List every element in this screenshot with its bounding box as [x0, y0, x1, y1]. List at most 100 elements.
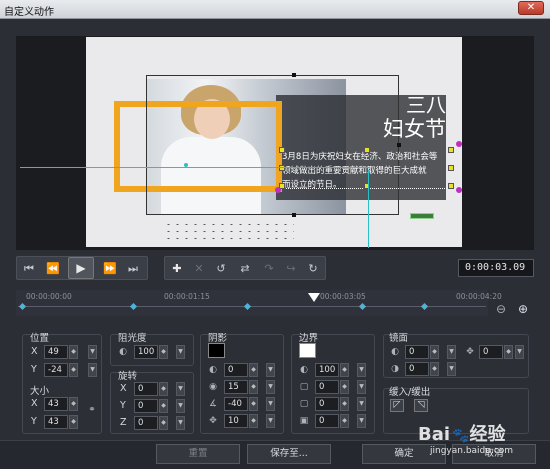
zoom-out-icon[interactable]: ⊖ [496, 302, 510, 316]
shadow-value2-stepper[interactable]: ◆ [249, 380, 258, 394]
reset-button[interactable]: 重置 [156, 444, 240, 464]
opacity-stepper[interactable]: ◆ [159, 345, 168, 359]
next-frame-icon[interactable]: ⏩ [103, 262, 117, 275]
go-to-end-icon[interactable]: ⏭ [126, 262, 140, 276]
shadow-value1-input[interactable]: 0 [224, 363, 248, 377]
size-y-input[interactable]: 43 [44, 415, 68, 429]
mirror-value1-dropdown[interactable]: ▼ [447, 345, 456, 359]
mirror-value2-stepper[interactable]: ◆ [430, 362, 439, 376]
shadow-value2-input[interactable]: 15 [224, 380, 248, 394]
paste-keyframe-icon[interactable]: ↪ [284, 262, 298, 275]
size-x-input[interactable]: 43 [44, 397, 68, 411]
ease-in-icon[interactable]: ◸ [390, 399, 404, 412]
border-value2-input[interactable]: 0 [315, 380, 339, 394]
keyframe-timeline[interactable]: 00:00:00:00 00:00:01:15 00:00:03:05 00:0… [16, 290, 502, 316]
mirror-value3-dropdown[interactable]: ▼ [515, 345, 524, 359]
text-handle-top-left[interactable] [279, 147, 285, 153]
shadow-value1-stepper[interactable]: ◆ [249, 363, 258, 377]
opacity-dropdown[interactable]: ▼ [176, 345, 185, 359]
size-x-stepper[interactable]: ◆ [69, 397, 78, 411]
bounds-handle-top[interactable] [292, 73, 296, 77]
mirror-value2-input[interactable]: 0 [405, 362, 429, 376]
position-y-stepper[interactable]: ◆ [69, 363, 78, 377]
play-button[interactable]: ▶ [68, 257, 94, 279]
border-value3-input[interactable]: 0 [315, 397, 339, 411]
border-value4-input[interactable]: 0 [315, 414, 339, 428]
link-aspect-icon[interactable]: ⚭ [86, 404, 98, 416]
shadow-value3-dropdown[interactable]: ▼ [266, 397, 275, 411]
close-button[interactable]: ✕ [518, 1, 544, 15]
border-value4-stepper[interactable]: ◆ [340, 414, 349, 428]
add-keyframe-icon[interactable]: ✚ [170, 262, 184, 275]
reverse-keyframes-icon[interactable]: ↺ [214, 262, 228, 275]
border-value1-stepper[interactable]: ◆ [340, 363, 349, 377]
text-handle-top-mid[interactable] [364, 147, 370, 153]
position-x-dropdown[interactable]: ▼ [88, 345, 97, 359]
mirror-value3-input[interactable]: 0 [479, 345, 503, 359]
keyframe-marker[interactable] [243, 302, 252, 311]
mirror-value2-dropdown[interactable]: ▼ [447, 362, 456, 376]
rotation-x-dropdown[interactable]: ▼ [176, 382, 185, 396]
border-value1-dropdown[interactable]: ▼ [357, 363, 366, 377]
previous-frame-icon[interactable]: ⏪ [46, 262, 60, 275]
border-value2-stepper[interactable]: ◆ [340, 380, 349, 394]
rotation-y-dropdown[interactable]: ▼ [176, 399, 185, 413]
text-handle-bottom-right[interactable] [448, 183, 454, 189]
keyframe-marker[interactable] [358, 302, 367, 311]
ease-out-icon[interactable]: ◹ [414, 399, 428, 412]
text-handle-top-right[interactable] [448, 147, 454, 153]
rotation-x-stepper[interactable]: ◆ [159, 382, 168, 396]
shadow-value1-dropdown[interactable]: ▼ [266, 363, 275, 377]
size-y-stepper[interactable]: ◆ [69, 415, 78, 429]
copy-keyframe-icon[interactable]: ↷ [262, 262, 276, 275]
border-value4-dropdown[interactable]: ▼ [357, 414, 366, 428]
go-to-start-icon[interactable]: ⏮ [22, 262, 36, 276]
opacity-input[interactable]: 100 [134, 345, 158, 359]
rotate-handle-bottom[interactable] [456, 187, 462, 193]
shadow-value2-dropdown[interactable]: ▼ [266, 380, 275, 394]
border-value3-dropdown[interactable]: ▼ [357, 397, 366, 411]
redo-keyframe-icon[interactable]: ↻ [306, 262, 320, 275]
shadow-value4-input[interactable]: 10 [224, 414, 248, 428]
preview-canvas[interactable]: 三八 妇女节 3月8日为庆祝妇女在经济、政治和社会等 领域做出的重要贡献和取得的… [86, 37, 462, 247]
text-handle-bottom-mid[interactable] [364, 183, 370, 189]
rotation-x-input[interactable]: 0 [134, 382, 158, 396]
pivot-widget[interactable] [410, 213, 434, 219]
shadow-color-swatch[interactable] [208, 343, 225, 358]
position-y-input[interactable]: -24 [44, 363, 68, 377]
selected-object-bounds[interactable] [146, 75, 399, 215]
border-value1-input[interactable]: 100 [315, 363, 339, 377]
rotate-handle-top[interactable] [456, 141, 462, 147]
remove-keyframe-icon[interactable]: ✕ [192, 262, 206, 275]
playhead[interactable] [308, 293, 320, 302]
mirror-value3-stepper[interactable]: ◆ [504, 345, 513, 359]
shadow-value4-dropdown[interactable]: ▼ [266, 414, 275, 428]
save-as-button[interactable]: 保存至... [247, 444, 331, 464]
rotation-z-input[interactable]: 0 [134, 416, 158, 430]
timecode-display[interactable]: 0:00:03.09 [458, 259, 534, 277]
shadow-value3-input[interactable]: -40 [224, 397, 248, 411]
shadow-value4-stepper[interactable]: ◆ [249, 414, 258, 428]
position-x-stepper[interactable]: ◆ [69, 345, 78, 359]
text-handle-mid-left[interactable] [279, 165, 285, 171]
keyframe-marker[interactable] [129, 302, 138, 311]
mirror-value1-input[interactable]: 0 [405, 345, 429, 359]
swap-keyframes-icon[interactable]: ⇄ [238, 262, 252, 275]
text-handle-mid-right[interactable] [448, 165, 454, 171]
rotation-z-dropdown[interactable]: ▼ [176, 416, 185, 430]
rotation-z-stepper[interactable]: ◆ [159, 416, 168, 430]
rotation-y-stepper[interactable]: ◆ [159, 399, 168, 413]
border-value2-dropdown[interactable]: ▼ [357, 380, 366, 394]
position-y-dropdown[interactable]: ▼ [88, 363, 97, 377]
rotation-y-input[interactable]: 0 [134, 399, 158, 413]
bounds-handle-right[interactable] [397, 143, 401, 147]
keyframe-marker[interactable] [18, 302, 27, 311]
keyframe-marker[interactable] [420, 302, 429, 311]
bounds-handle-bottom[interactable] [292, 213, 296, 217]
position-x-input[interactable]: 49 [44, 345, 68, 359]
rotate-handle-left[interactable] [275, 187, 281, 193]
border-color-swatch[interactable] [299, 343, 316, 358]
shadow-value3-stepper[interactable]: ◆ [249, 397, 258, 411]
border-value3-stepper[interactable]: ◆ [340, 397, 349, 411]
mirror-value1-stepper[interactable]: ◆ [430, 345, 439, 359]
